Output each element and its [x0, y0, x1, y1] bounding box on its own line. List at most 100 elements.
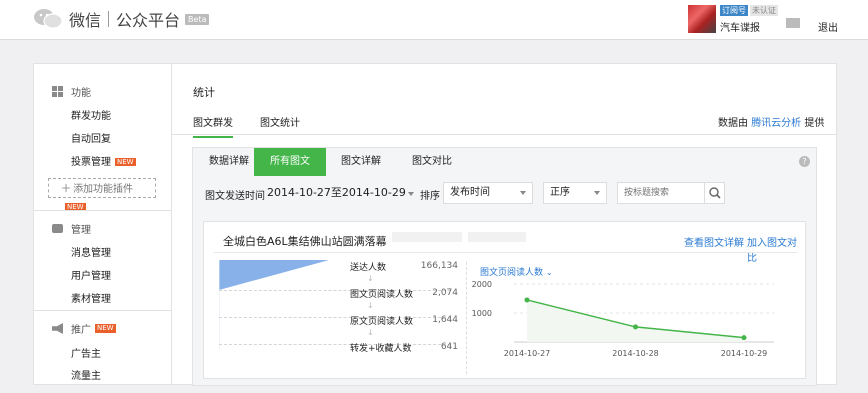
article-title[interactable]: 全城白色A6L集结佛山站圆满落幕: [223, 233, 387, 249]
mail-icon[interactable]: [786, 18, 800, 28]
funnel-label: 原文页阅读人数: [350, 317, 414, 327]
inbox-icon: [52, 224, 63, 233]
new-badge: NEW: [115, 157, 136, 166]
funnel-value: 166,134: [420, 261, 458, 271]
chart-ytick-label: 1000: [472, 309, 492, 318]
sidebar-divider: [34, 310, 171, 311]
sort-field-value: 发布时间: [450, 187, 490, 198]
chart-xtick-label: 2014-10-27: [504, 349, 551, 358]
funnel-divider: [219, 344, 451, 345]
account-avatar[interactable]: [688, 5, 716, 33]
section-label: 管理: [71, 225, 91, 236]
plus-icon: +: [61, 181, 72, 195]
sort-field-select[interactable]: 发布时间: [443, 182, 533, 204]
filter-bar: 图文发送时间 2014-10-27至2014-10-29 排序 发布时间 正序: [193, 176, 816, 208]
funnel-value: 2,074: [432, 288, 458, 298]
chart-ytick-label: 2000: [472, 280, 492, 289]
chevron-down-icon: [594, 191, 600, 195]
top-bar: 微信 公众平台 Beta 订阅号 未认证 汽车谍报 退出: [0, 0, 868, 40]
funnel-value: 1,644: [432, 315, 458, 325]
stats-panel: 数据详解 所有图文 图文详解 图文对比 ? 图文发送时间 2014-10-27至…: [192, 147, 817, 386]
search-input[interactable]: [618, 183, 702, 203]
funnel-label: 转发+收藏人数: [350, 344, 412, 354]
sidebar-item-materials[interactable]: 素材管理: [71, 290, 111, 305]
add-plugin-label: 添加功能插件: [73, 184, 134, 195]
funnel-divider: [219, 290, 451, 291]
verify-badge[interactable]: 未认证: [750, 5, 778, 16]
platform-name: 公众平台: [116, 11, 181, 30]
sidebar-item-vote[interactable]: 投票管理 NEW: [71, 153, 136, 168]
section-label: 功能: [71, 88, 91, 99]
subtab-bar: 数据详解 所有图文 图文详解 图文对比 ?: [193, 148, 816, 176]
chart-area: [527, 299, 744, 342]
product-name: 微信: [69, 11, 102, 30]
sidebar-item-auto-reply[interactable]: 自动回复: [71, 130, 111, 145]
subtab-article-detail[interactable]: 图文详解: [325, 148, 397, 176]
sidebar-section-function: 功能: [52, 84, 91, 99]
sidebar-item-messages[interactable]: 消息管理: [71, 244, 111, 259]
article-card: 全城白色A6L集结佛山站圆满落幕 查看图文详解 加入图文对比 送达人数 166,…: [203, 221, 806, 379]
funnel-value: 641: [440, 342, 458, 352]
search-icon[interactable]: [704, 183, 724, 203]
account-name[interactable]: 汽车谍报: [720, 19, 760, 34]
provider-suffix: 提供: [804, 118, 825, 129]
chevron-down-icon: [520, 191, 526, 195]
sidebar-item-publisher[interactable]: 流量主: [71, 367, 101, 382]
sort-label: 排序: [420, 191, 440, 202]
add-plugin-button[interactable]: + 添加功能插件NEW: [48, 178, 156, 211]
view-detail-link[interactable]: 查看图文详解: [684, 234, 744, 249]
add-compare-link[interactable]: 加入图文对比: [747, 234, 805, 264]
section-divider: [466, 262, 467, 374]
chart-svg: 1000 2000 2014-10-27 2014-10-28 2014-10-29: [472, 280, 774, 358]
tab-article-stats[interactable]: 图文统计: [260, 114, 300, 129]
chart-data-point: [633, 324, 638, 330]
sidebar-item-users[interactable]: 用户管理: [71, 267, 111, 282]
chart-data-point: [524, 297, 530, 303]
reads-line-chart: 1000 2000 2014-10-27 2014-10-28 2014-10-29: [472, 280, 804, 380]
hidden-text-bar: [468, 232, 526, 242]
metric-select[interactable]: 图文页阅读人数 ⌄: [480, 265, 553, 278]
subscription-badge: 订阅号: [720, 5, 748, 16]
wechat-logo[interactable]: 微信 公众平台 Beta: [33, 7, 210, 31]
logo-divider: [108, 11, 110, 27]
new-badge: NEW: [95, 324, 116, 333]
chart-xtick-label: 2014-10-28: [612, 349, 659, 358]
sidebar-section-promote: 推广 NEW: [52, 321, 116, 336]
sort-order-select[interactable]: 正序: [543, 182, 607, 204]
chart-data-point: [741, 335, 747, 341]
main-panel: 统计 图文群发 图文统计 数据由 腾讯云分析 提供 数据详解 所有图文 图文详解…: [171, 63, 837, 386]
subtab-article-compare[interactable]: 图文对比: [396, 148, 468, 176]
conversion-funnel: 送达人数 166,134 ↓ 图文页阅读人数 2,074 ↓ 原文页阅读人数 1…: [219, 260, 459, 360]
chevron-down-icon: ⌄: [545, 268, 553, 277]
card-divider: [214, 252, 797, 253]
sort-order-value: 正序: [550, 187, 570, 198]
megaphone-icon: [52, 323, 63, 334]
metric-select-value: 图文页阅读人数: [480, 268, 544, 278]
arrow-down-icon: ↓: [367, 274, 374, 283]
search-box: [617, 182, 725, 204]
section-label: 推广: [71, 325, 91, 336]
wechat-logo-icon: [33, 8, 63, 30]
chart-xtick-label: 2014-10-29: [721, 349, 768, 358]
data-provider: 数据由 腾讯云分析 提供: [718, 114, 824, 129]
date-range-value: 2014-10-27至2014-10-29: [267, 186, 406, 199]
tabs-divider: [172, 134, 836, 135]
date-range-picker[interactable]: 2014-10-27至2014-10-29: [267, 183, 414, 203]
funnel-divider: [219, 317, 451, 318]
chevron-down-icon: [408, 192, 414, 196]
funnel-label: 送达人数: [350, 263, 387, 273]
page-title: 统计: [193, 86, 215, 99]
sidebar-item-label: 投票管理: [71, 157, 111, 168]
sidebar-item-mass-send[interactable]: 群发功能: [71, 107, 111, 122]
logout-link[interactable]: 退出: [818, 19, 838, 34]
funnel-shape: [219, 260, 329, 350]
sidebar-item-advertiser[interactable]: 广告主: [71, 345, 101, 360]
date-label: 图文发送时间: [205, 191, 265, 202]
provider-prefix: 数据由: [718, 118, 748, 129]
hidden-text-bar: [392, 232, 462, 242]
help-icon[interactable]: ?: [799, 156, 810, 167]
subtab-all-articles[interactable]: 所有图文: [254, 148, 326, 176]
grid-icon: [52, 86, 63, 97]
arrow-down-icon: ↓: [367, 328, 374, 337]
provider-link[interactable]: 腾讯云分析: [751, 118, 801, 129]
